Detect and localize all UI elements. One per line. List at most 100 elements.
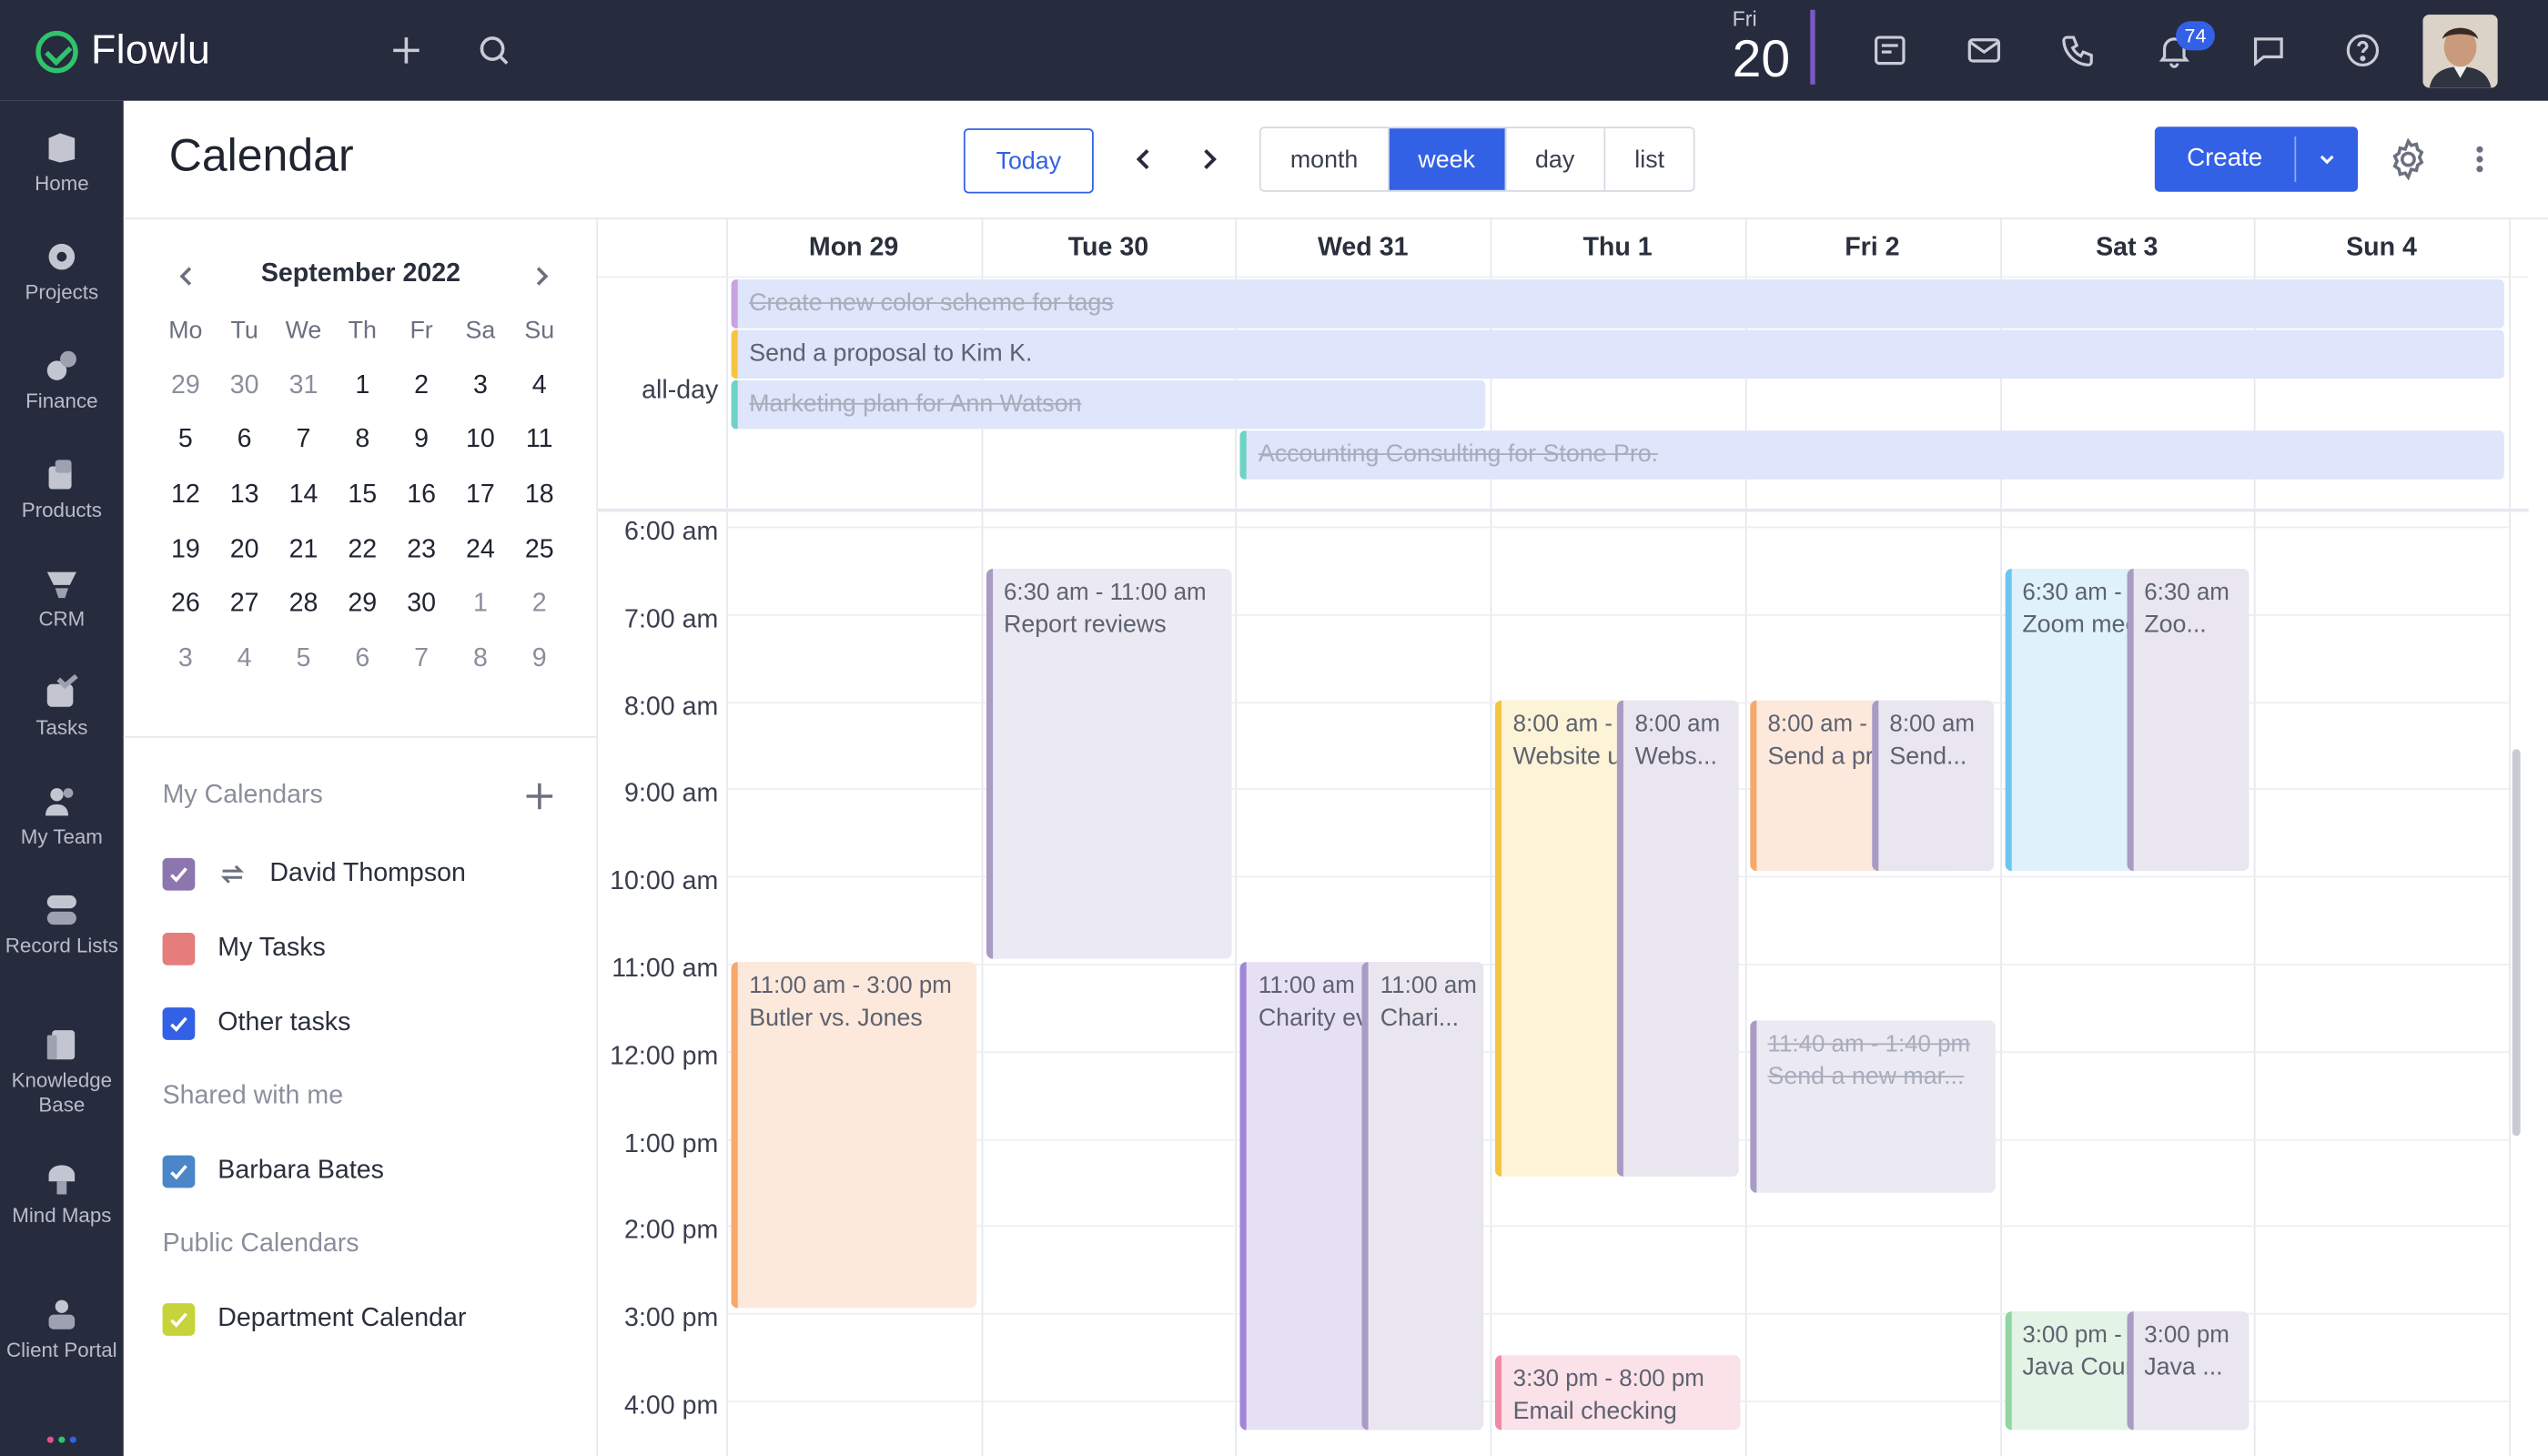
mini-day-cell[interactable]: 3 bbox=[156, 645, 215, 674]
day-column-header[interactable]: Tue 30 bbox=[981, 219, 1236, 278]
mini-day-cell[interactable]: 6 bbox=[215, 427, 274, 456]
checkbox-checked-icon[interactable] bbox=[162, 1303, 196, 1336]
mini-day-cell[interactable]: 15 bbox=[333, 481, 392, 511]
mini-day-cell[interactable]: 5 bbox=[274, 645, 333, 674]
checkbox-unchecked-icon[interactable] bbox=[162, 933, 196, 966]
calendar-event[interactable]: 6:30 am - 11:00 am Report reviews bbox=[986, 568, 1232, 959]
mini-day-cell[interactable]: 6 bbox=[333, 645, 392, 674]
nav-item-tasks[interactable]: Tasks bbox=[0, 673, 124, 741]
mini-day-cell[interactable]: 9 bbox=[510, 645, 569, 674]
view-day-button[interactable]: day bbox=[1505, 128, 1606, 190]
notifications-badge[interactable]: 74 bbox=[2176, 21, 2215, 51]
mini-day-cell[interactable]: 18 bbox=[510, 481, 569, 511]
search-icon[interactable] bbox=[473, 29, 515, 71]
checkbox-checked-icon[interactable] bbox=[162, 1155, 196, 1188]
calendar-event[interactable]: 8:00 am Send... bbox=[1871, 699, 1994, 872]
today-button[interactable]: Today bbox=[963, 128, 1094, 194]
nav-item-finance[interactable]: Finance bbox=[0, 348, 124, 414]
mini-day-cell[interactable]: 19 bbox=[156, 536, 215, 565]
day-column-header[interactable]: Sat 3 bbox=[1999, 219, 2254, 278]
mini-day-cell[interactable]: 5 bbox=[156, 427, 215, 456]
nav-item-mind-maps[interactable]: Mind Maps bbox=[0, 1162, 124, 1228]
view-list-button[interactable]: list bbox=[1605, 128, 1694, 190]
nav-item-crm[interactable]: CRM bbox=[0, 565, 124, 632]
mini-day-cell[interactable]: 7 bbox=[392, 645, 451, 674]
mini-day-cell[interactable]: 27 bbox=[215, 591, 274, 620]
nav-item-products[interactable]: Products bbox=[0, 457, 124, 523]
day-column-header[interactable]: Wed 31 bbox=[1236, 219, 1491, 278]
help-icon[interactable] bbox=[2341, 29, 2383, 71]
day-column-header[interactable]: Sun 4 bbox=[2254, 219, 2509, 278]
mini-day-cell[interactable]: 30 bbox=[392, 591, 451, 620]
mini-day-cell[interactable]: 22 bbox=[333, 536, 392, 565]
nav-item-record-lists[interactable]: Record Lists bbox=[0, 892, 124, 958]
mini-day-cell[interactable]: 29 bbox=[333, 591, 392, 620]
nav-item-knowledge-base[interactable]: Knowledge Base bbox=[0, 1027, 124, 1118]
mini-day-cell[interactable]: 1 bbox=[333, 372, 392, 401]
chat-icon[interactable] bbox=[2248, 29, 2290, 71]
calendar-event[interactable]: 11:00 am - 3:00 pm Butler vs. Jones bbox=[731, 962, 977, 1309]
mini-day-cell[interactable]: 16 bbox=[392, 481, 451, 511]
mini-day-cell[interactable]: 13 bbox=[215, 481, 274, 511]
checkbox-checked-icon[interactable] bbox=[162, 857, 196, 891]
create-button[interactable]: Create bbox=[2154, 126, 2359, 192]
mini-day-cell[interactable]: 21 bbox=[274, 536, 333, 565]
add-icon[interactable] bbox=[385, 29, 427, 71]
mini-day-cell[interactable]: 2 bbox=[392, 372, 451, 401]
mini-day-cell[interactable]: 9 bbox=[392, 427, 451, 456]
day-column-header[interactable]: Thu 1 bbox=[1491, 219, 1745, 278]
user-avatar[interactable] bbox=[2422, 15, 2498, 88]
all-day-event[interactable]: Send a proposal to Kim K. bbox=[731, 329, 2504, 379]
mini-day-cell[interactable]: 10 bbox=[451, 427, 511, 456]
notes-icon[interactable] bbox=[1869, 29, 1911, 71]
calendar-event[interactable]: 3:30 pm - 8:00 pm Email checking bbox=[1495, 1355, 1741, 1431]
mini-day-cell[interactable]: 4 bbox=[510, 372, 569, 401]
logo[interactable]: Flowlu bbox=[35, 27, 210, 75]
checkbox-checked-icon[interactable] bbox=[162, 1007, 196, 1040]
mini-day-cell[interactable]: 12 bbox=[156, 481, 215, 511]
day-column-header[interactable]: Fri 2 bbox=[1744, 219, 1999, 278]
mini-day-cell[interactable]: 20 bbox=[215, 536, 274, 565]
mini-day-cell[interactable]: 1 bbox=[451, 591, 511, 620]
view-week-button[interactable]: week bbox=[1389, 128, 1506, 190]
create-dropdown-icon[interactable] bbox=[2296, 148, 2358, 171]
mini-day-cell[interactable]: 26 bbox=[156, 591, 215, 620]
calendar-item-other-tasks[interactable]: Other tasks bbox=[162, 1007, 350, 1040]
calendar-event[interactable]: 8:00 am Webs... bbox=[1616, 699, 1739, 1178]
more-options-icon[interactable] bbox=[2457, 136, 2502, 182]
calendar-item-barbara-bates[interactable]: Barbara Bates bbox=[162, 1155, 384, 1188]
view-month-button[interactable]: month bbox=[1260, 128, 1390, 190]
nav-item-my-team[interactable]: My Team bbox=[0, 784, 124, 850]
phone-icon[interactable] bbox=[2058, 29, 2099, 71]
mini-day-cell[interactable]: 14 bbox=[274, 481, 333, 511]
all-day-event[interactable]: Create new color scheme for tags bbox=[731, 279, 2504, 329]
add-calendar-icon[interactable] bbox=[523, 780, 556, 813]
calendar-event[interactable]: 3:00 pm Java ... bbox=[2126, 1311, 2249, 1431]
prev-week-button[interactable] bbox=[1127, 143, 1160, 176]
mini-day-cell[interactable]: 3 bbox=[451, 372, 511, 401]
day-column-header[interactable]: Mon 29 bbox=[726, 219, 981, 278]
nav-item-home[interactable]: Home bbox=[0, 130, 124, 197]
nav-item-projects[interactable]: Projects bbox=[0, 239, 124, 306]
mini-day-cell[interactable]: 24 bbox=[451, 536, 511, 565]
mini-day-cell[interactable]: 8 bbox=[333, 427, 392, 456]
mini-day-cell[interactable]: 28 bbox=[274, 591, 333, 620]
settings-gear-icon[interactable] bbox=[2385, 136, 2431, 182]
calendar-item-department[interactable]: Department Calendar bbox=[162, 1303, 467, 1336]
mini-day-cell[interactable]: 29 bbox=[156, 372, 215, 401]
mini-day-cell[interactable]: 31 bbox=[274, 372, 333, 401]
mini-day-cell[interactable]: 11 bbox=[510, 427, 569, 456]
all-day-event[interactable]: Marketing plan for Ann Watson bbox=[731, 379, 1486, 430]
mini-day-cell[interactable]: 30 bbox=[215, 372, 274, 401]
mini-next-month-icon[interactable] bbox=[527, 262, 556, 291]
calendar-event[interactable]: 11:00 am Chari... bbox=[1362, 962, 1485, 1431]
next-week-button[interactable] bbox=[1193, 143, 1226, 176]
calendar-event[interactable]: 11:40 am - 1:40 pm Send a new mar... bbox=[1749, 1020, 1996, 1193]
more-apps-icon[interactable] bbox=[46, 1436, 76, 1447]
mini-day-cell[interactable]: 2 bbox=[510, 591, 569, 620]
scrollbar[interactable] bbox=[2512, 749, 2521, 1137]
all-day-event[interactable]: Accounting Consulting for Stone Pro. bbox=[1240, 430, 2504, 480]
mini-day-cell[interactable]: 4 bbox=[215, 645, 274, 674]
mail-icon[interactable] bbox=[1963, 29, 2005, 71]
mini-day-cell[interactable]: 23 bbox=[392, 536, 451, 565]
